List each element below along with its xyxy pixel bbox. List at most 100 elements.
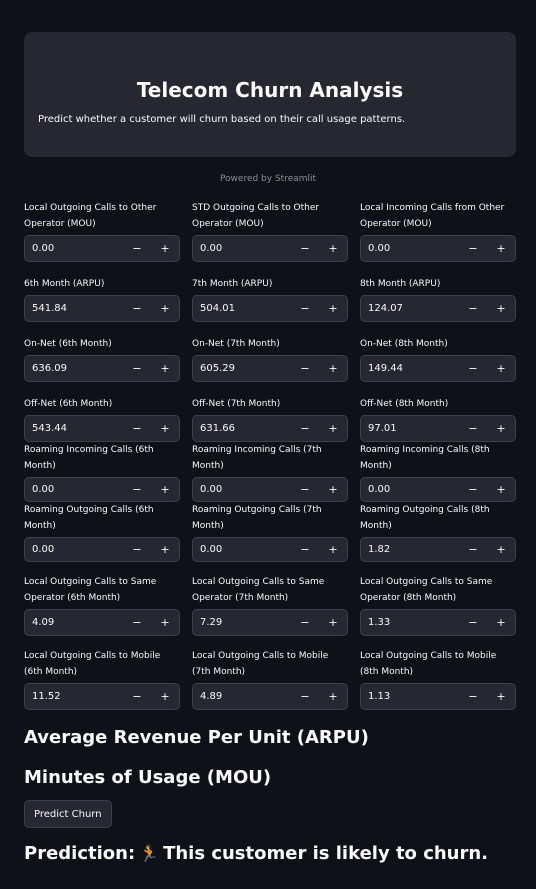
number-input-value[interactable]: 631.66 [193,423,291,434]
number-input-label: Local Incoming Calls from Other Operator… [360,203,505,229]
predict-churn-button[interactable]: Predict Churn [24,800,112,828]
increment-button[interactable]: + [151,478,179,501]
increment-button[interactable]: + [487,538,515,561]
number-input-value[interactable]: 541.84 [25,303,123,314]
powered-by-label: Powered by Streamlit [219,174,317,184]
decrement-button[interactable]: − [291,416,319,441]
increment-button[interactable]: + [487,416,515,441]
number-input-value[interactable]: 1.13 [361,691,459,702]
increment-button[interactable]: + [151,416,179,441]
number-input-label: Roaming Incoming Calls (8th Month) [360,445,490,471]
number-input-value[interactable]: 0.00 [25,484,123,495]
number-input-value[interactable]: 0.00 [193,544,291,555]
decrement-button[interactable]: − [291,236,319,261]
number-input-value[interactable]: 11.52 [25,691,123,702]
number-input-label: Local Outgoing Calls to Same Operator (7… [192,577,325,603]
increment-button[interactable]: + [487,478,515,501]
number-input-box: 0.00− + [360,235,516,262]
number-input-label: On-Net (6th Month) [24,339,112,349]
decrement-button[interactable]: − [459,356,487,381]
increment-button[interactable]: + [319,684,347,709]
number-input-value[interactable]: 0.00 [193,484,291,495]
prediction-result: Prediction: 🏃 This customer is likely to… [24,843,488,864]
number-input-value[interactable]: 636.09 [25,363,123,374]
decrement-button[interactable]: − [123,296,151,321]
number-input-value[interactable]: 4.89 [193,691,291,702]
number-input-field: On-Net (6th Month) 636.09− + [24,322,180,382]
increment-button[interactable]: + [319,236,347,261]
increment-button[interactable]: + [319,610,347,635]
increment-button[interactable]: + [319,356,347,381]
number-input-field: Local Incoming Calls from Other Operator… [360,198,516,262]
number-input-value[interactable]: 97.01 [361,423,459,434]
decrement-button[interactable]: − [459,416,487,441]
decrement-button[interactable]: − [459,684,487,709]
increment-button[interactable]: + [487,684,515,709]
number-input-label: Local Outgoing Calls to Same Operator (6… [24,577,157,603]
number-input-box: 504.01− + [192,295,348,322]
decrement-button[interactable]: − [123,416,151,441]
increment-button[interactable]: + [487,356,515,381]
decrement-button[interactable]: − [459,478,487,501]
number-input-box: 636.09− + [24,355,180,382]
input-grid: Local Outgoing Calls to Other Operator (… [24,198,516,710]
number-input-value[interactable]: 543.44 [25,423,123,434]
increment-button[interactable]: + [487,236,515,261]
number-input-label: Roaming Outgoing Calls (8th Month) [360,505,490,531]
increment-button[interactable]: + [151,538,179,561]
number-input-box: 7.29− + [192,609,348,636]
number-input-value[interactable]: 0.00 [193,243,291,254]
decrement-button[interactable]: − [459,296,487,321]
decrement-button[interactable]: − [459,236,487,261]
decrement-button[interactable]: − [291,478,319,501]
increment-button[interactable]: + [319,416,347,441]
decrement-button[interactable]: − [291,684,319,709]
number-input-value[interactable]: 1.82 [361,544,459,555]
increment-button[interactable]: + [151,684,179,709]
number-input-value[interactable]: 7.29 [193,617,291,628]
number-input-field: Roaming Outgoing Calls (7th Month) 0.00− + [192,502,348,562]
decrement-button[interactable]: − [459,538,487,561]
increment-button[interactable]: + [151,296,179,321]
decrement-button[interactable]: − [291,538,319,561]
decrement-button[interactable]: − [123,538,151,561]
number-input-label: 7th Month (ARPU) [192,279,273,289]
decrement-button[interactable]: − [123,478,151,501]
increment-button[interactable]: + [151,236,179,261]
number-input-box: 1.13− + [360,683,516,710]
number-input-field: 7th Month (ARPU) 504.01− + [192,262,348,322]
number-input-value[interactable]: 605.29 [193,363,291,374]
number-input-field: Off-Net (8th Month) 97.01− + [360,382,516,442]
number-input-value[interactable]: 0.00 [25,243,123,254]
running-person-icon: 🏃 [139,844,160,863]
increment-button[interactable]: + [487,610,515,635]
number-input-value[interactable]: 504.01 [193,303,291,314]
number-input-field: Roaming Outgoing Calls (8th Month) 1.82− + [360,502,516,562]
number-input-label: Off-Net (6th Month) [24,399,113,409]
increment-button[interactable]: + [319,296,347,321]
number-input-value[interactable]: 1.33 [361,617,459,628]
increment-button[interactable]: + [487,296,515,321]
increment-button[interactable]: + [151,610,179,635]
decrement-button[interactable]: − [123,684,151,709]
number-input-value[interactable]: 0.00 [361,484,459,495]
number-input-value[interactable]: 149.44 [361,363,459,374]
decrement-button[interactable]: − [291,356,319,381]
increment-button[interactable]: + [319,478,347,501]
decrement-button[interactable]: − [291,296,319,321]
number-input-label: Local Outgoing Calls to Same Operator (8… [360,577,493,603]
decrement-button[interactable]: − [123,610,151,635]
number-input-value[interactable]: 0.00 [361,243,459,254]
number-input-box: 124.07− + [360,295,516,322]
decrement-button[interactable]: − [291,610,319,635]
increment-button[interactable]: + [319,538,347,561]
number-input-value[interactable]: 124.07 [361,303,459,314]
decrement-button[interactable]: − [123,236,151,261]
number-input-label: Roaming Incoming Calls (6th Month) [24,445,154,471]
number-input-value[interactable]: 4.09 [25,617,123,628]
number-input-value[interactable]: 0.00 [25,544,123,555]
increment-button[interactable]: + [151,356,179,381]
decrement-button[interactable]: − [123,356,151,381]
decrement-button[interactable]: − [459,610,487,635]
number-input-field: Local Outgoing Calls to Same Operator (6… [24,562,180,636]
